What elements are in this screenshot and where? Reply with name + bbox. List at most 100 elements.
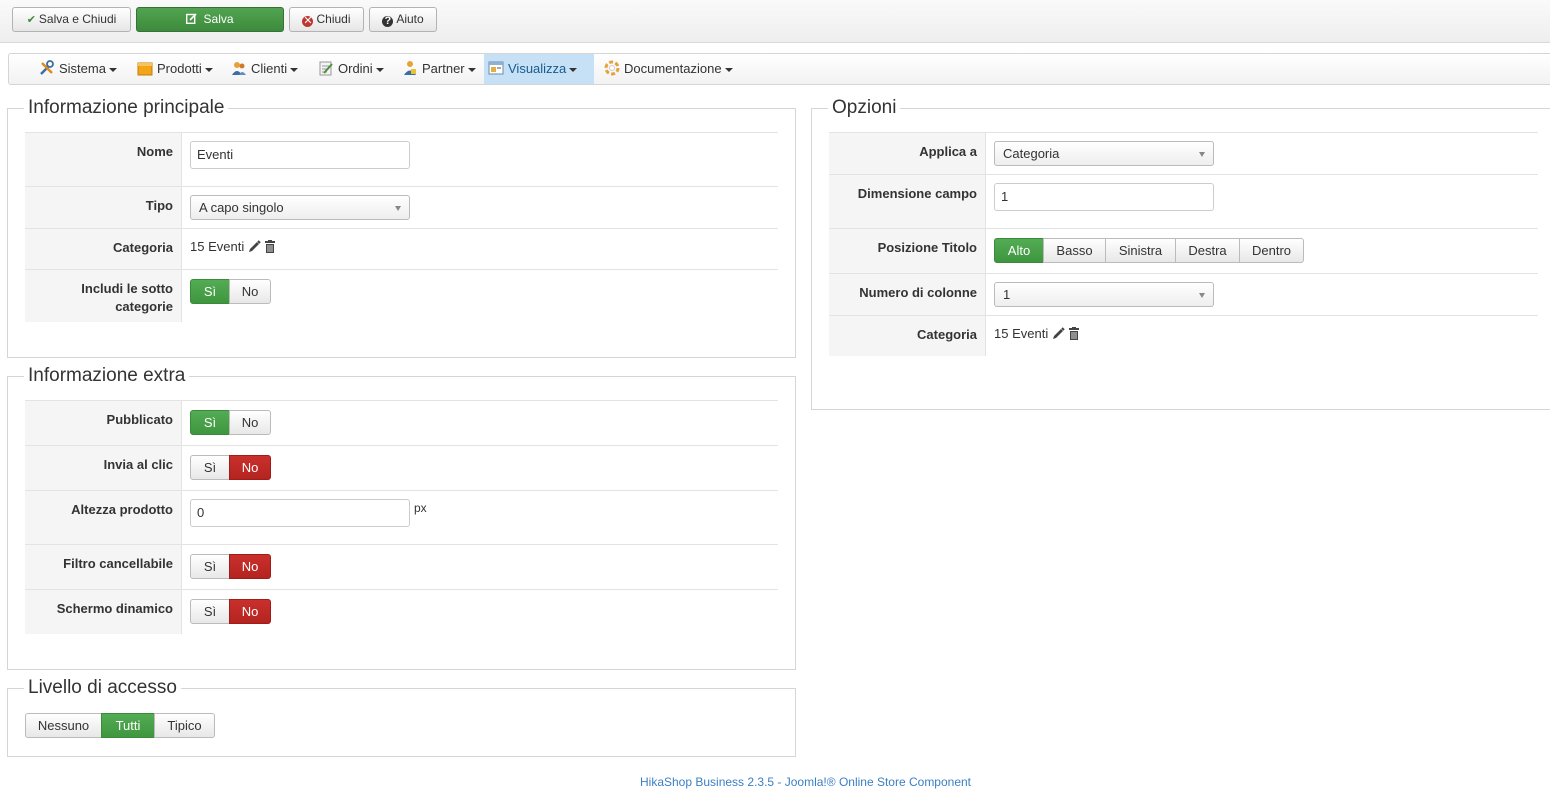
title-pos-bottom[interactable]: Basso: [1043, 238, 1106, 263]
include-sub-label: Includi le sotto categorie: [25, 270, 182, 322]
send-click-row: Invia al clic Sì No: [25, 445, 778, 490]
include-sub-row: Includi le sotto categorie Sì No: [25, 269, 778, 322]
trash-icon[interactable]: [264, 240, 276, 257]
chevron-down-icon: [395, 206, 401, 211]
save-close-label: Salva e Chiudi: [38, 12, 117, 26]
columns-select-value: 1: [1003, 287, 1011, 302]
save-button[interactable]: Salva: [136, 7, 284, 32]
menu-visualizza-label: Visualizza: [508, 61, 567, 76]
category-label: Categoria: [25, 229, 182, 269]
options-fieldset: Opzioni Applica a Categoria Dimensione c…: [811, 97, 1550, 410]
name-input[interactable]: Eventi: [190, 141, 410, 169]
field-size-row: Dimensione campo 1: [829, 174, 1538, 228]
main-info-fieldset: Informazione principale Nome Eventi Tipo…: [7, 97, 796, 358]
height-input[interactable]: 0: [190, 499, 410, 527]
dynamic-screen-row: Schermo dinamico Sì No: [25, 589, 778, 634]
help-label: Aiuto: [396, 12, 424, 26]
menu-visualizza[interactable]: Visualizza: [484, 54, 594, 84]
apply-select[interactable]: Categoria: [994, 141, 1214, 166]
access-legend: Livello di accesso: [24, 677, 181, 699]
title-pos-top[interactable]: Alto: [994, 238, 1044, 263]
filter-cancel-toggle: Sì No: [190, 554, 271, 579]
name-label: Nome: [25, 133, 182, 186]
access-none-button[interactable]: Nessuno: [25, 713, 102, 738]
extra-info-fieldset: Informazione extra Pubblicato Sì No Invi…: [7, 365, 796, 670]
include-sub-no[interactable]: No: [229, 279, 271, 304]
include-sub-yes[interactable]: Sì: [190, 279, 230, 304]
columns-label: Numero di colonne: [829, 274, 986, 315]
options-category-label: Categoria: [829, 316, 986, 356]
menu-prodotti-label: Prodotti: [157, 61, 202, 76]
apply-label: Applica a: [829, 133, 986, 174]
pencil-icon[interactable]: [1052, 327, 1065, 344]
published-row: Pubblicato Sì No: [25, 400, 778, 445]
access-level-group: Nessuno Tutti Tipico: [25, 713, 215, 738]
title-pos-group: Alto Basso Sinistra Destra Dentro: [994, 238, 1304, 263]
main-menu-bar: Sistema Prodotti Clienti Ordini Partner …: [8, 53, 1550, 85]
send-click-yes[interactable]: Sì: [190, 455, 230, 480]
chevron-down-icon: [375, 67, 384, 72]
send-click-toggle: Sì No: [190, 455, 271, 480]
type-select[interactable]: A capo singolo: [190, 195, 410, 220]
filter-cancel-row: Filtro cancellabile Sì No: [25, 544, 778, 589]
dynamic-screen-yes[interactable]: Sì: [190, 599, 230, 624]
extra-info-legend: Informazione extra: [24, 365, 190, 387]
published-no[interactable]: No: [229, 410, 271, 435]
pencil-icon[interactable]: [248, 240, 261, 257]
access-all-button[interactable]: Tutti: [101, 713, 155, 738]
published-toggle: Sì No: [190, 410, 271, 435]
filter-cancel-no[interactable]: No: [229, 554, 271, 579]
menu-partner-label: Partner: [422, 61, 465, 76]
menu-clienti-label: Clienti: [251, 61, 288, 76]
dynamic-screen-toggle: Sì No: [190, 599, 271, 624]
access-fieldset: Livello di accesso Nessuno Tutti Tipico: [7, 677, 796, 757]
menu-ordini[interactable]: Ordini: [314, 54, 384, 84]
chevron-down-icon: [290, 67, 299, 72]
include-sub-toggle: Sì No: [190, 279, 271, 304]
partner-icon: [402, 57, 418, 75]
height-unit: px: [414, 501, 427, 515]
name-row: Nome Eventi: [25, 132, 778, 186]
category-row: Categoria 15 Eventi: [25, 228, 778, 269]
close-button[interactable]: ✕ Chiudi: [289, 7, 364, 32]
menu-documentazione[interactable]: Documentazione: [600, 54, 733, 84]
title-pos-left[interactable]: Sinistra: [1105, 238, 1176, 263]
field-size-label: Dimensione campo: [829, 175, 986, 228]
columns-select[interactable]: 1: [994, 282, 1214, 307]
tools-icon: [39, 57, 55, 75]
chevron-down-icon: [467, 67, 476, 72]
footer-link[interactable]: HikaShop Business 2.3.5 - Joomla!® Onlin…: [640, 775, 971, 789]
menu-partner[interactable]: Partner: [398, 54, 476, 84]
options-category-value: 15 Eventi: [994, 326, 1049, 341]
save-close-button[interactable]: ✔ Salva e Chiudi: [12, 7, 131, 32]
chevron-down-icon: [1199, 293, 1205, 298]
filter-cancel-yes[interactable]: Sì: [190, 554, 230, 579]
title-pos-right[interactable]: Destra: [1175, 238, 1240, 263]
chevron-down-icon: [204, 67, 213, 72]
box-icon: [137, 57, 153, 76]
access-typical-button[interactable]: Tipico: [154, 713, 215, 738]
chevron-down-icon: [1199, 152, 1205, 157]
question-icon: ?: [382, 16, 394, 27]
send-click-no[interactable]: No: [229, 455, 271, 480]
close-label: Chiudi: [316, 12, 351, 26]
menu-prodotti[interactable]: Prodotti: [133, 54, 213, 84]
menu-clienti[interactable]: Clienti: [227, 54, 299, 84]
menu-sistema[interactable]: Sistema: [35, 54, 117, 84]
published-yes[interactable]: Sì: [190, 410, 230, 435]
apply-select-value: Categoria: [1003, 146, 1060, 161]
field-size-input[interactable]: 1: [994, 183, 1214, 211]
lifebuoy-icon: [604, 57, 620, 76]
dynamic-screen-no[interactable]: No: [229, 599, 271, 624]
published-label: Pubblicato: [25, 401, 182, 445]
edit-icon: [186, 13, 200, 26]
help-button[interactable]: ? Aiuto: [369, 7, 437, 32]
menu-documentazione-label: Documentazione: [624, 61, 722, 76]
trash-icon[interactable]: [1068, 327, 1080, 344]
chevron-down-icon: [724, 67, 733, 72]
title-pos-inside[interactable]: Dentro: [1239, 238, 1304, 263]
title-pos-label: Posizione Titolo: [829, 229, 986, 273]
title-pos-row: Posizione Titolo Alto Basso Sinistra Des…: [829, 228, 1538, 273]
chevron-down-icon: [569, 67, 578, 72]
users-icon: [231, 57, 247, 75]
